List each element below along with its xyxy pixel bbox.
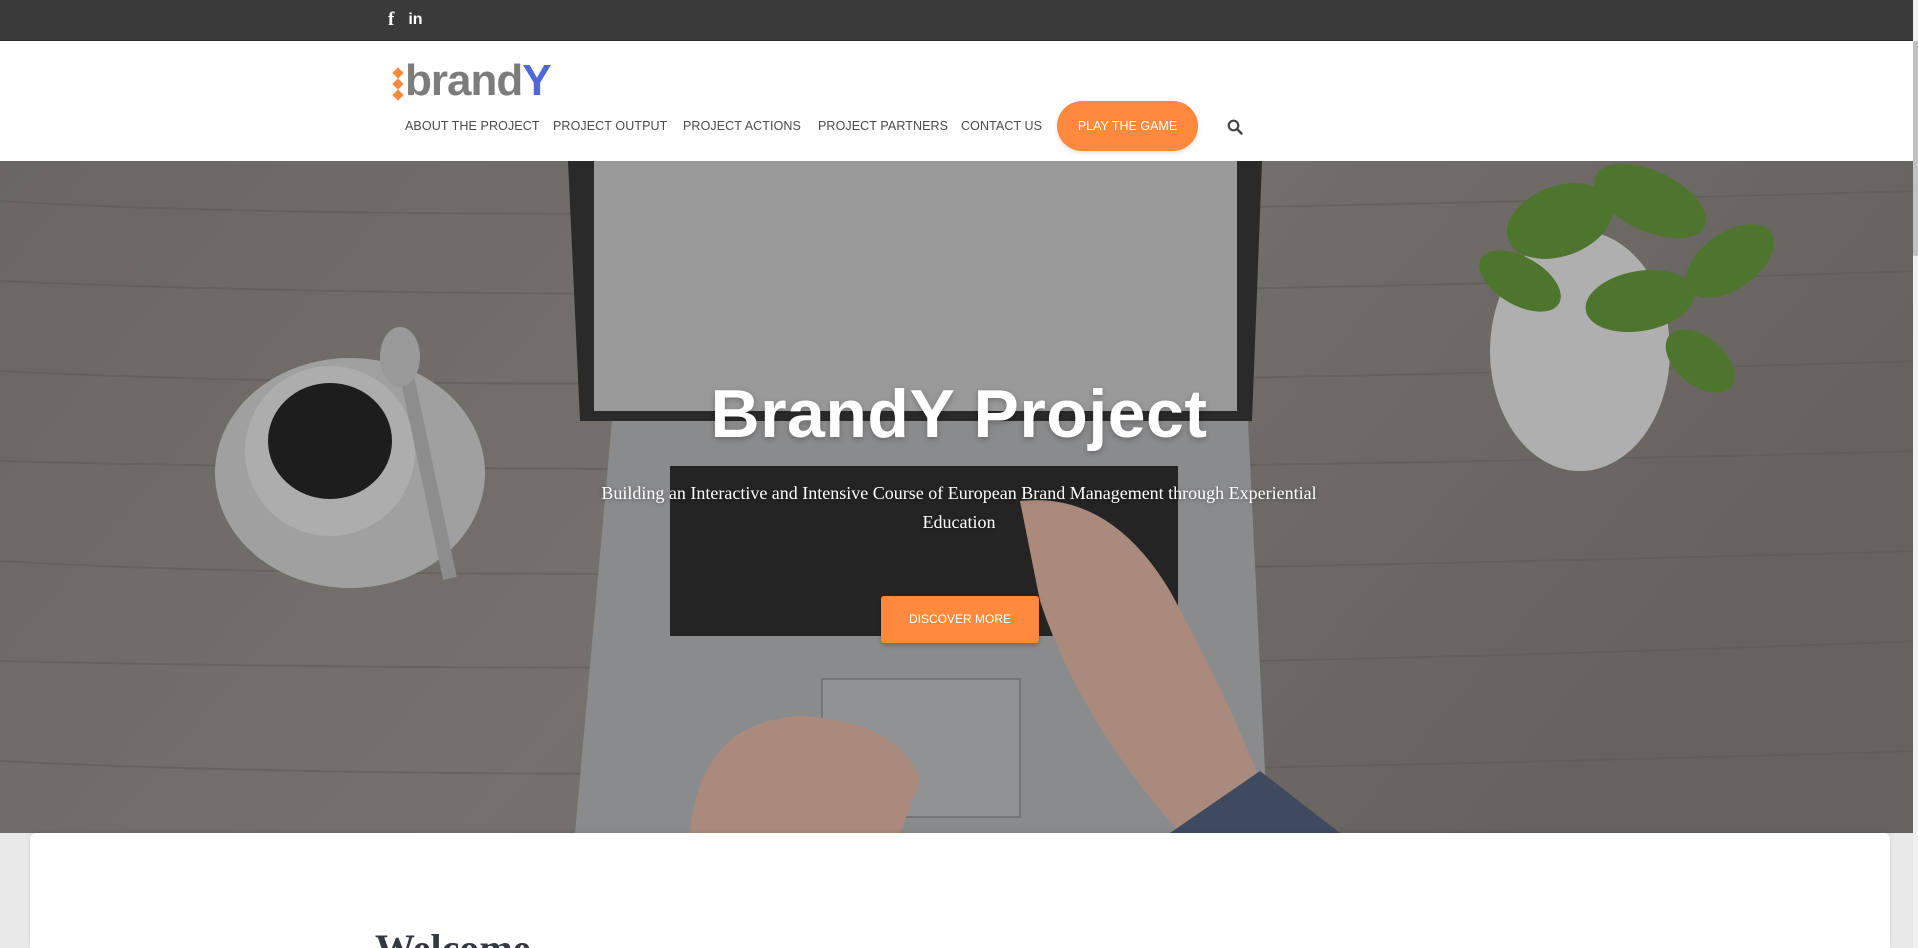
nav-project-output[interactable]: PROJECT OUTPUT — [553, 119, 667, 133]
welcome-heading: Welcome — [375, 929, 531, 948]
brandy-logo[interactable]: brandY — [392, 56, 552, 105]
discover-more-button[interactable]: DISCOVER MORE — [881, 596, 1039, 643]
main-nav: ABOUT THE PROJECT PROJECT OUTPUT PROJECT… — [0, 101, 1918, 151]
search-icon[interactable] — [1227, 119, 1243, 135]
hero-title: BrandY Project — [710, 376, 1208, 452]
top-bar: f in — [0, 0, 1918, 41]
nav-contact-us[interactable]: CONTACT US — [961, 119, 1042, 133]
social-links: f in — [388, 10, 423, 29]
nav-about-the-project[interactable]: ABOUT THE PROJECT — [405, 119, 540, 133]
logo-wordmark: brandY — [405, 56, 552, 105]
play-the-game-button[interactable]: PLAY THE GAME — [1057, 101, 1198, 151]
nav-project-actions[interactable]: PROJECT ACTIONS — [683, 119, 801, 133]
scrollbar-thumb[interactable] — [1913, 41, 1918, 256]
welcome-card: Welcome — [30, 833, 1890, 948]
hero-subtitle: Building an Interactive and Intensive Co… — [601, 483, 1317, 532]
hero-section: BrandY Project Building an Interactive a… — [0, 161, 1918, 833]
nav-project-partners[interactable]: PROJECT PARTNERS — [818, 119, 948, 133]
logo-diamonds — [392, 67, 404, 103]
site-header: brandY ABOUT THE PROJECT PROJECT OUTPUT … — [0, 41, 1918, 161]
facebook-icon[interactable]: f — [388, 10, 394, 29]
linkedin-icon[interactable]: in — [408, 11, 422, 29]
